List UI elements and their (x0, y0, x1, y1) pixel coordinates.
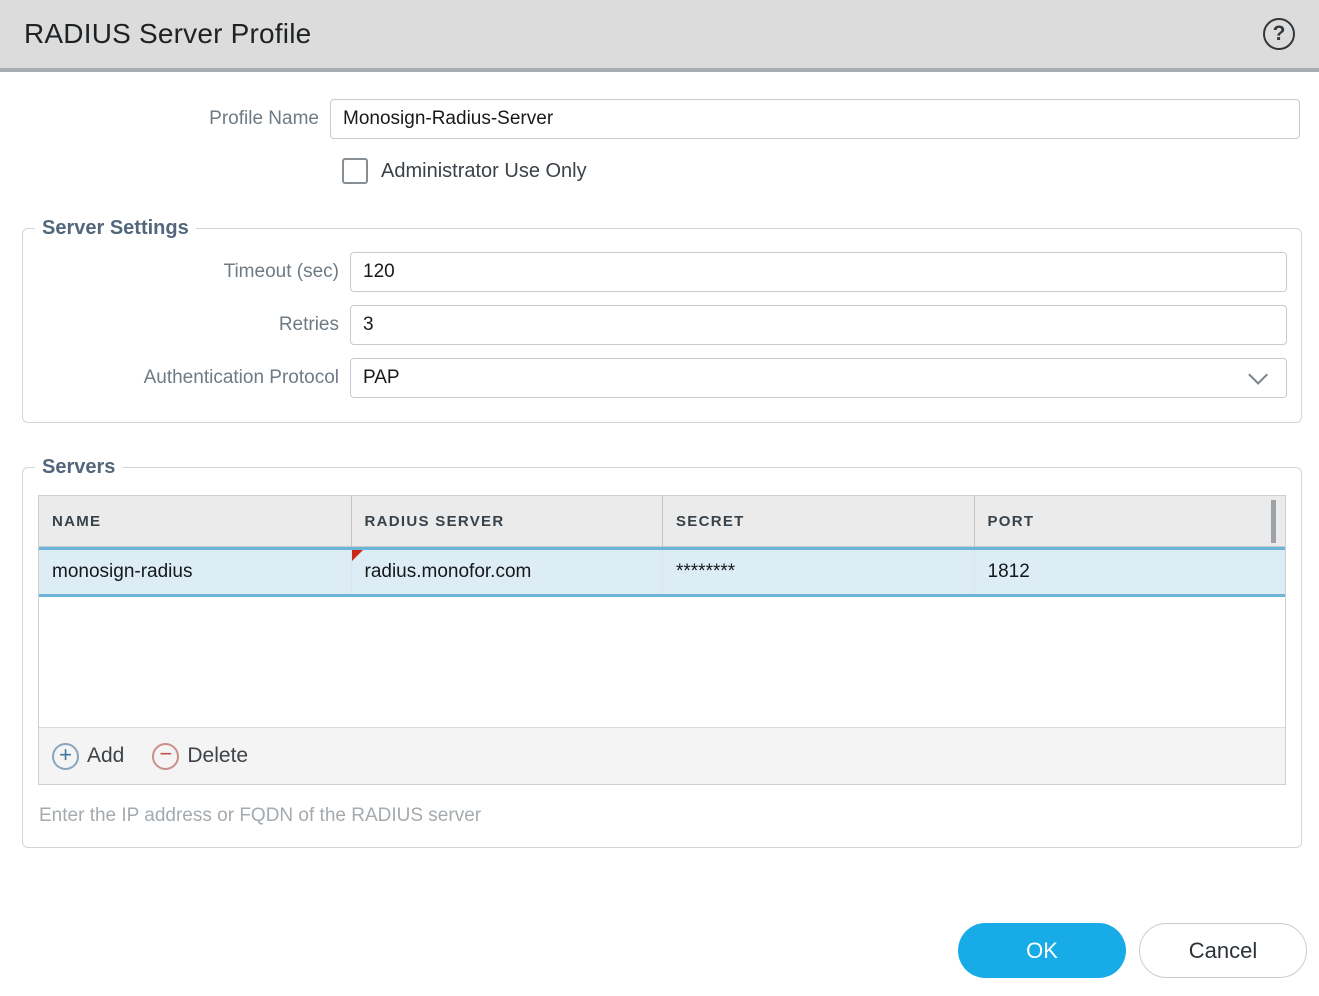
timeout-input[interactable] (350, 252, 1287, 292)
delete-button[interactable]: − Delete (152, 743, 248, 770)
cell-name[interactable]: monosign-radius (39, 550, 351, 594)
servers-legend: Servers (35, 456, 122, 479)
page-title: RADIUS Server Profile (24, 18, 311, 50)
add-button[interactable]: + Add (52, 743, 124, 770)
server-settings-legend: Server Settings (35, 217, 196, 240)
retries-input[interactable] (350, 305, 1287, 345)
question-mark-glyph: ? (1273, 22, 1286, 46)
auth-protocol-label: Authentication Protocol (23, 367, 350, 389)
dialog-footer: OK Cancel (0, 923, 1307, 978)
modified-cell-marker-icon (352, 550, 363, 561)
server-settings-group: Server Settings Timeout (sec) Retries Au… (22, 217, 1302, 423)
cell-radius-server-value: radius.monofor.com (365, 561, 532, 582)
cancel-button[interactable]: Cancel (1139, 923, 1307, 978)
ok-button[interactable]: OK (958, 923, 1126, 978)
profile-name-input[interactable] (330, 99, 1300, 139)
retries-label: Retries (23, 314, 350, 336)
cell-secret[interactable]: ******** (662, 550, 974, 594)
profile-name-label: Profile Name (0, 108, 330, 130)
timeout-label: Timeout (sec) (23, 261, 350, 283)
servers-table-header: NAME RADIUS SERVER SECRET PORT (39, 496, 1285, 547)
auth-protocol-row: Authentication Protocol (23, 358, 1301, 398)
cell-radius-server[interactable]: radius.monofor.com (351, 550, 663, 594)
cell-port[interactable]: 1812 (974, 550, 1286, 594)
admin-only-row: Administrator Use Only (342, 158, 1319, 184)
table-empty-area (39, 597, 1285, 727)
servers-group: Servers NAME RADIUS SERVER SECRET PORT m… (22, 456, 1302, 848)
table-row[interactable]: monosign-radius radius.monofor.com *****… (39, 547, 1285, 597)
servers-table: NAME RADIUS SERVER SECRET PORT monosign-… (38, 495, 1286, 785)
server-field-hint: Enter the IP address or FQDN of the RADI… (39, 805, 1301, 827)
retries-row: Retries (23, 305, 1301, 345)
profile-name-row: Profile Name (0, 99, 1300, 139)
admin-only-checkbox[interactable] (342, 158, 368, 184)
scrollbar[interactable] (1271, 500, 1276, 543)
column-header-radius-server[interactable]: RADIUS SERVER (351, 496, 663, 546)
auth-protocol-select[interactable] (350, 358, 1287, 398)
delete-button-label: Delete (187, 744, 248, 768)
plus-circle-icon: + (52, 743, 79, 770)
minus-circle-icon: − (152, 743, 179, 770)
table-toolbar: + Add − Delete (39, 727, 1285, 784)
add-button-label: Add (87, 744, 124, 768)
column-header-name[interactable]: NAME (39, 496, 351, 546)
column-header-port[interactable]: PORT (974, 496, 1286, 546)
column-header-secret[interactable]: SECRET (662, 496, 974, 546)
help-icon[interactable]: ? (1263, 18, 1295, 50)
timeout-row: Timeout (sec) (23, 252, 1301, 292)
admin-only-label: Administrator Use Only (381, 160, 587, 183)
dialog-header: RADIUS Server Profile ? (0, 0, 1319, 72)
